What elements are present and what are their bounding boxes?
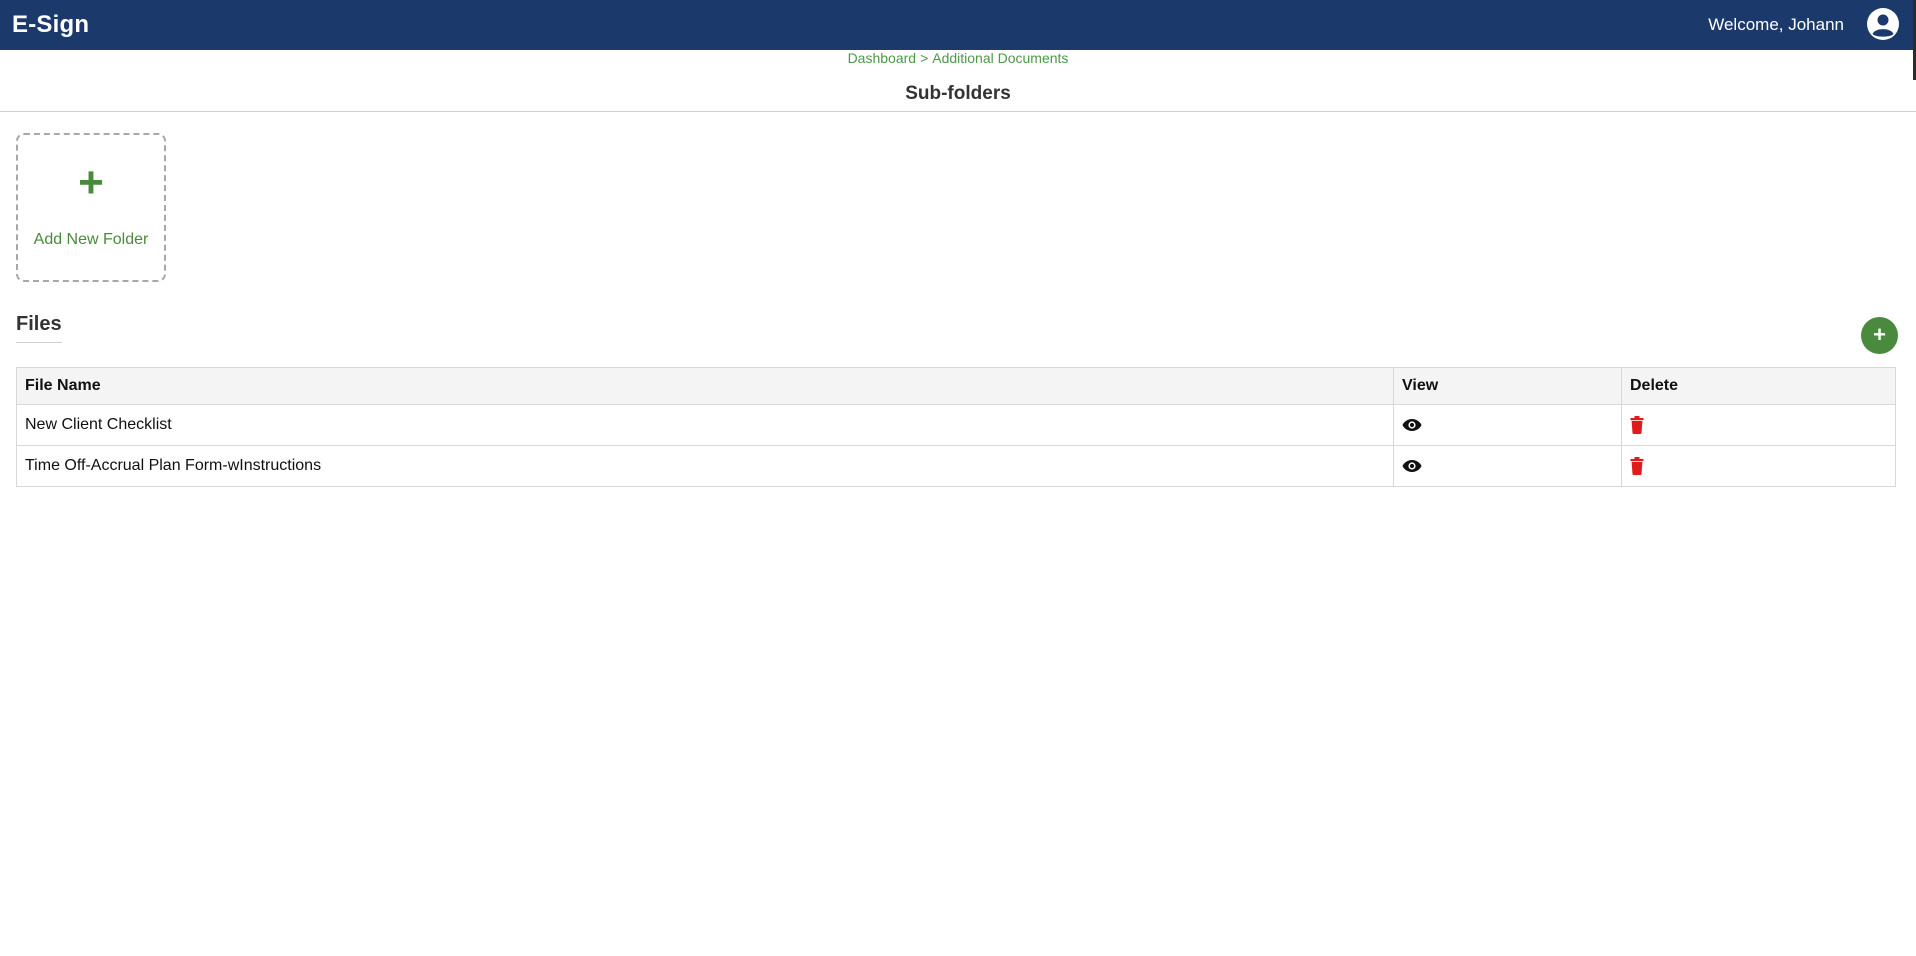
page-title: Sub-folders [905,83,1011,104]
breadcrumb-additional-documents[interactable]: Additional Documents [932,50,1068,66]
delete-cell [1621,445,1896,487]
plus-icon: + [1873,322,1886,347]
column-header-file-name: File Name [16,367,1394,405]
breadcrumb-dashboard[interactable]: Dashboard [848,50,917,66]
trash-icon[interactable] [1630,456,1644,475]
delete-cell [1621,404,1896,446]
breadcrumb-separator: > [920,50,929,66]
column-header-view: View [1393,367,1622,405]
file-name-cell: New Client Checklist [16,404,1394,446]
breadcrumb: Dashboard > Additional Documents [0,50,1916,66]
file-name-cell: Time Off-Accrual Plan Form-wInstructions [16,445,1394,487]
top-navbar: E-Sign Welcome, Johann [0,0,1916,50]
add-new-folder-label: Add New Folder [33,231,149,248]
column-header-delete: Delete [1621,367,1896,405]
files-heading: Files [16,313,62,343]
trash-icon[interactable] [1630,415,1644,434]
view-cell [1393,445,1622,487]
add-file-button[interactable]: + [1861,317,1898,354]
brand-logo[interactable]: E-Sign [12,11,89,39]
table-row: New Client Checklist [16,404,1896,446]
welcome-text: Welcome, Johann [1708,15,1844,34]
files-table: File Name View Delete New Client Checkli… [16,367,1896,487]
plus-icon: + [78,158,104,207]
eye-icon[interactable] [1402,418,1422,432]
user-circle-icon[interactable] [1866,7,1900,41]
table-header-row: File Name View Delete [16,367,1896,405]
add-new-folder-card[interactable]: + Add New Folder [16,133,166,282]
view-cell [1393,404,1622,446]
eye-icon[interactable] [1402,459,1422,473]
table-row: Time Off-Accrual Plan Form-wInstructions [16,445,1896,487]
title-divider [0,111,1916,112]
